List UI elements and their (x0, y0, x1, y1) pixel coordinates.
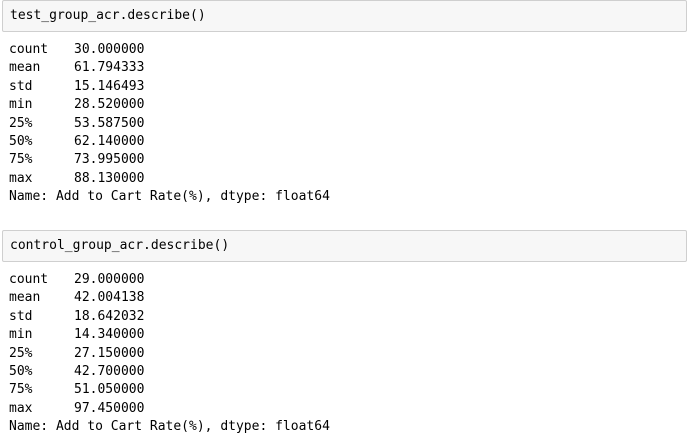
code-input-text: test_group_acr.describe() (10, 8, 206, 23)
stat-row-max: max 97.450000 (9, 400, 693, 418)
stat-value: 42.004138 (74, 290, 145, 306)
stat-label: count (9, 42, 49, 57)
output-area: count 29.000000 mean 42.004138 std 18.64203… (9, 271, 693, 437)
stat-row-count: count 30.000000 (9, 41, 693, 59)
stat-label: std (9, 78, 33, 94)
stat-value: 61.794333 (74, 60, 145, 76)
series-footer: Name: Add to Cart Rate(%), dtype: float6… (9, 419, 330, 435)
stat-value: 51.050000 (74, 382, 145, 398)
stat-label: std (9, 308, 33, 324)
stat-row-mean: mean 61.794333 (9, 59, 693, 77)
stat-label: 75% (9, 152, 33, 168)
stat-label: min (9, 327, 33, 343)
stat-row-min: min 28.520000 (9, 96, 693, 114)
stat-value: 15.146493 (74, 78, 145, 94)
stat-row-max: max 88.130000 (9, 170, 693, 188)
code-input-area[interactable]: control_group_acr.describe() (2, 230, 687, 262)
code-input-text: control_group_acr.describe() (10, 238, 230, 253)
stat-label: mean (9, 60, 41, 76)
stat-label: max (9, 400, 33, 416)
stat-label: max (9, 170, 33, 186)
stat-value: 27.150000 (74, 345, 145, 361)
stat-row-mean: mean 42.004138 (9, 289, 693, 307)
series-footer: Name: Add to Cart Rate(%), dtype: float6… (9, 189, 330, 205)
stat-row-std: std 15.146493 (9, 78, 693, 96)
notebook: test_group_acr.describe() count 30.000000… (0, 0, 693, 441)
stat-value: 14.340000 (74, 327, 145, 343)
stat-row-min: min 14.340000 (9, 326, 693, 344)
stat-value: 88.130000 (74, 170, 145, 186)
stat-label: count (9, 272, 49, 287)
stat-row-25: 25% 53.587500 (9, 115, 693, 133)
output-area: count 30.000000 mean 61.794333 std 15.14649… (9, 41, 693, 207)
stat-label: 25% (9, 345, 33, 361)
stat-value: 97.450000 (74, 400, 145, 416)
code-cell-control-group: control_group_acr.describe() count 29.000… (0, 230, 693, 437)
code-input-area[interactable]: test_group_acr.describe() (2, 0, 687, 32)
stat-value: 73.995000 (74, 152, 145, 168)
stat-row-50: 50% 42.700000 (9, 363, 693, 381)
stat-label: 75% (9, 382, 33, 398)
stat-value: 53.587500 (74, 115, 145, 131)
stat-row-75: 75% 51.050000 (9, 381, 693, 399)
stat-row-50: 50% 62.140000 (9, 133, 693, 151)
stat-label: mean (9, 290, 41, 306)
stat-row-count: count 29.000000 (9, 271, 693, 289)
stat-value: 18.642032 (74, 308, 145, 324)
stat-label: 50% (9, 133, 33, 149)
stat-row-75: 75% 73.995000 (9, 151, 693, 169)
stat-value: 62.140000 (74, 133, 145, 149)
stat-row-std: std 18.642032 (9, 308, 693, 326)
stat-label: 25% (9, 115, 33, 131)
stat-value: 42.700000 (74, 363, 145, 379)
stat-value: 30.000000 (74, 42, 145, 57)
stat-value: 28.520000 (74, 97, 145, 113)
stat-value: 29.000000 (74, 272, 145, 287)
code-cell-test-group: test_group_acr.describe() count 30.000000… (0, 0, 693, 207)
stat-label: 50% (9, 363, 33, 379)
stat-label: min (9, 97, 33, 113)
stat-row-25: 25% 27.150000 (9, 345, 693, 363)
